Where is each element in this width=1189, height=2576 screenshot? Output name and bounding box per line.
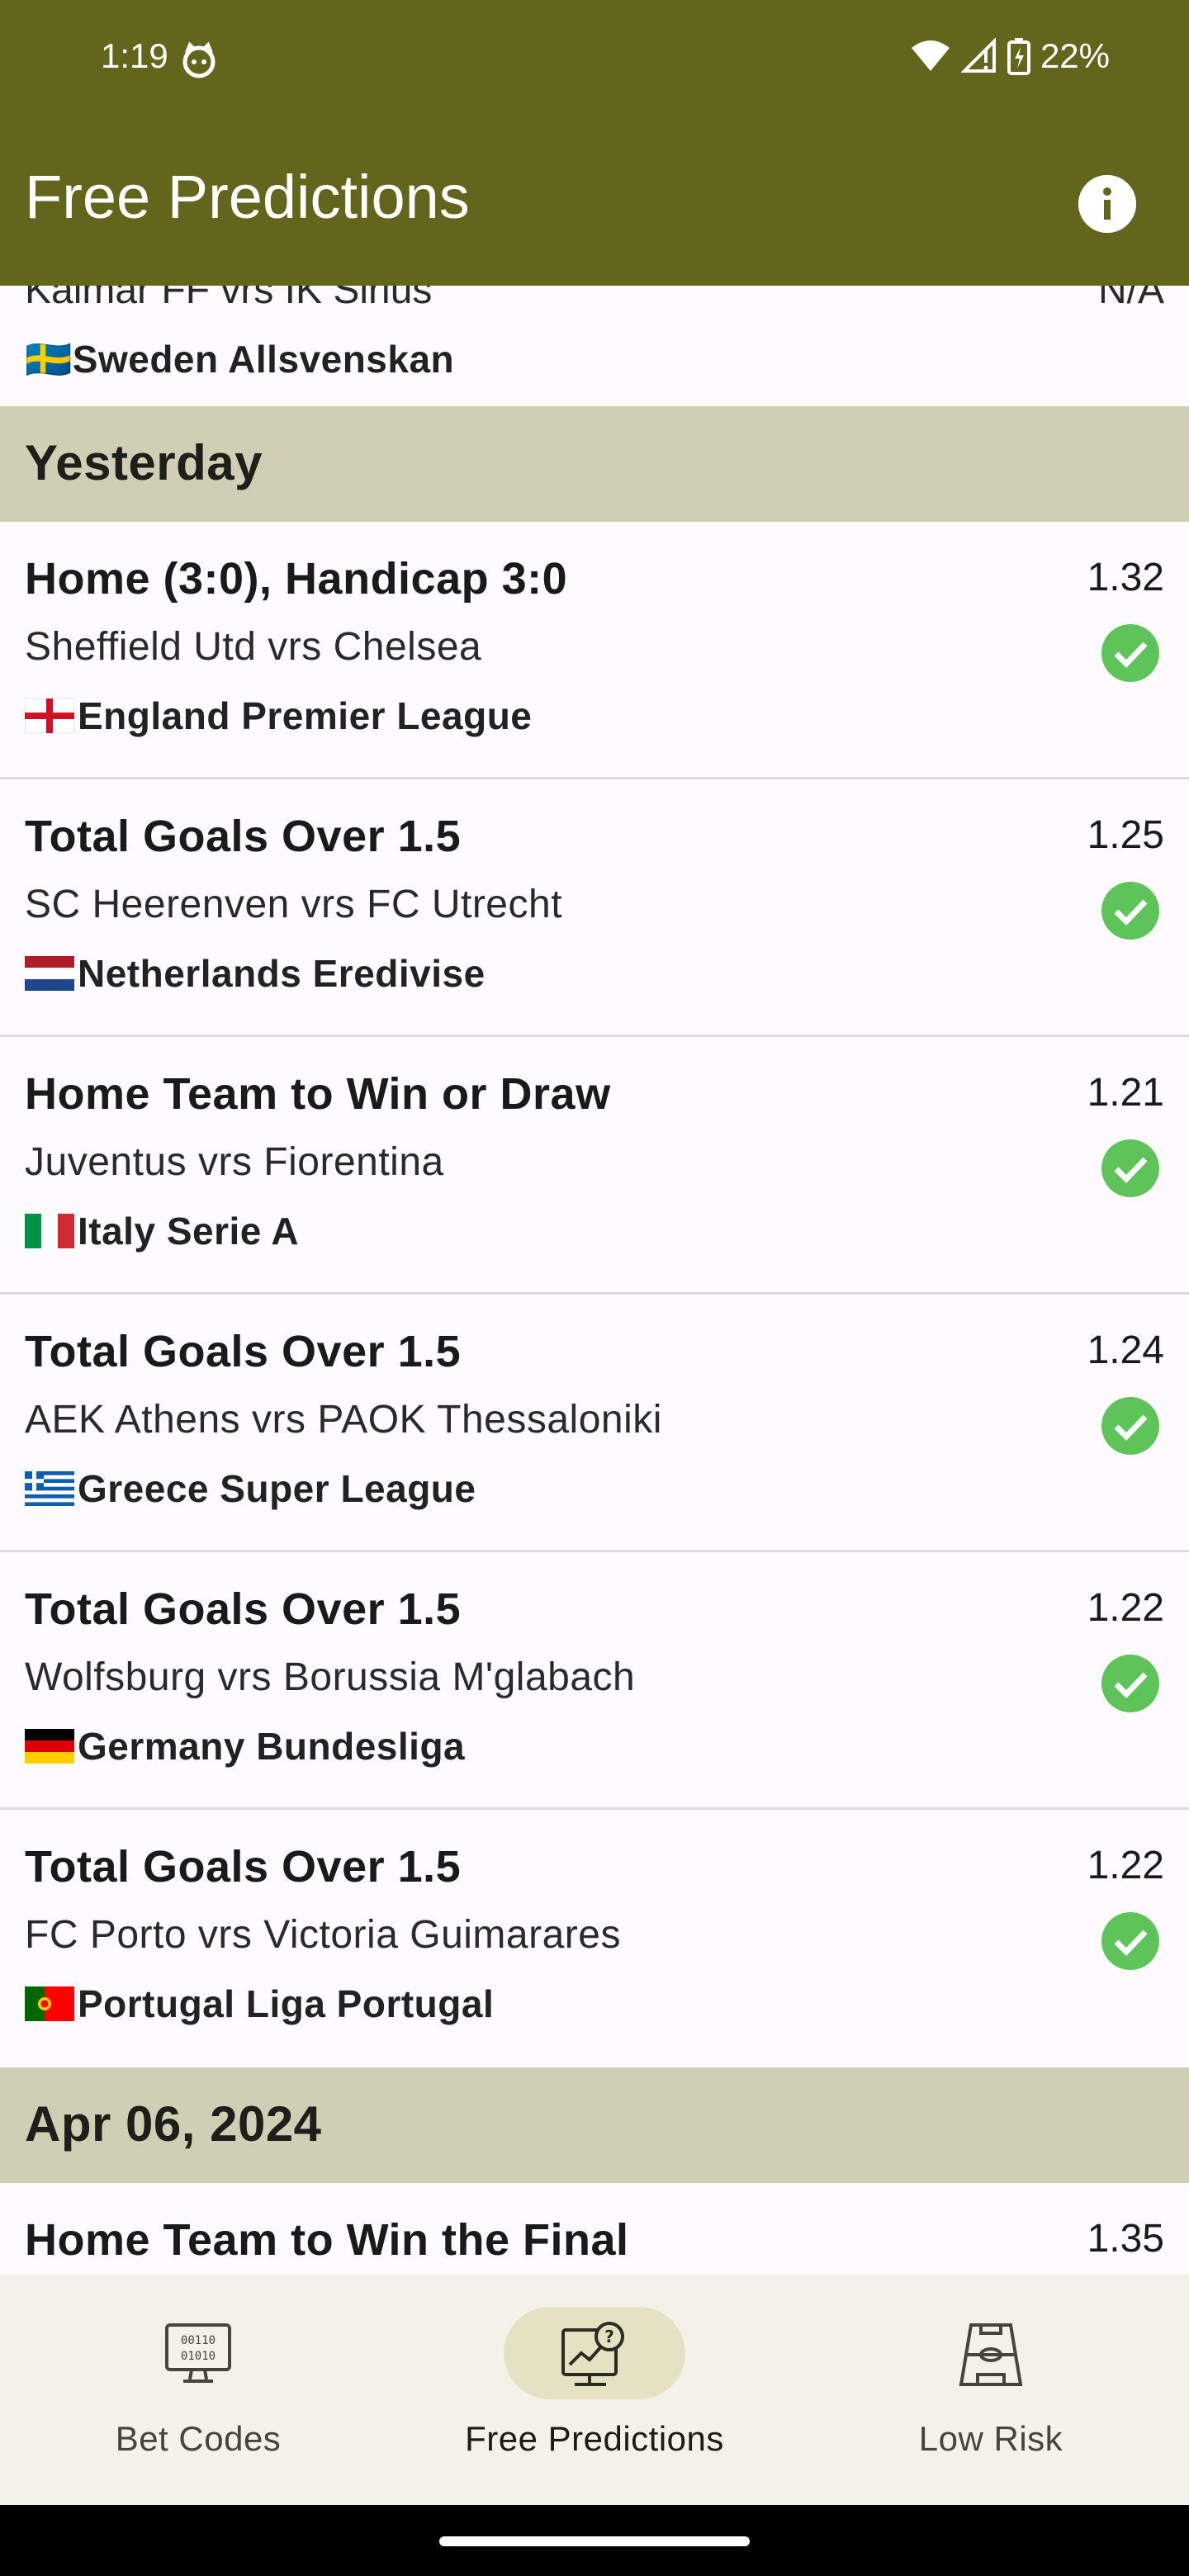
odds-value: 1.35 xyxy=(1087,2217,1164,2261)
netherlands-flag-icon xyxy=(25,956,74,991)
nav-label: Low Risk xyxy=(918,2419,1063,2458)
prediction-item[interactable]: Total Goals Over 1.5 FC Porto vrs Victor… xyxy=(0,1810,1189,2067)
match-teams: Wolfsburg vrs Borussia M'glabach xyxy=(25,1655,636,1699)
match-teams: SC Heerenven vrs FC Utrecht xyxy=(25,883,563,926)
league-name: England Premier League xyxy=(25,694,532,738)
check-circle-icon xyxy=(1101,1655,1159,1712)
prediction-item[interactable]: Total Goals Over 1.5 AEK Athens vrs PAOK… xyxy=(0,1295,1189,1552)
england-flag-icon xyxy=(25,698,74,733)
flag-icon: 🇸🇪 xyxy=(25,338,73,381)
portugal-flag-icon xyxy=(25,1986,74,2021)
check-circle-icon xyxy=(1101,624,1159,682)
prediction-item[interactable]: Total Goals Over 1.5 SC Heerenven vrs FC… xyxy=(0,779,1189,1037)
page-title: Free Predictions xyxy=(25,163,470,231)
section-header-date: Apr 06, 2024 xyxy=(0,2067,1189,2183)
bottom-navigation: 00110 01010 Bet Codes ? Free Predictions… xyxy=(0,2274,1189,2505)
prediction-item[interactable]: Home Team to Win or Draw Juventus vrs Fi… xyxy=(0,1037,1189,1295)
status-bar: 1:19 22% xyxy=(0,0,1189,116)
section-header-yesterday: Yesterday xyxy=(0,406,1189,522)
nav-low-risk[interactable]: Low Risk xyxy=(793,2274,1189,2505)
football-pitch-icon xyxy=(959,2323,1023,2386)
italy-flag-icon xyxy=(25,1214,74,1248)
odds-value: 1.24 xyxy=(1087,1328,1164,1372)
market-label: Home (3:0), Handicap 3:0 xyxy=(25,554,568,604)
prediction-item[interactable]: Total Goals Over 1.5 Wolfsburg vrs Borus… xyxy=(0,1552,1189,1810)
check-circle-icon xyxy=(1101,1139,1159,1197)
odds-value: 1.32 xyxy=(1087,556,1164,599)
list-item[interactable]: Kalmar FF vrs IK Sirius N/A 🇸🇪Sweden All… xyxy=(0,286,1189,401)
battery-icon xyxy=(1007,38,1030,75)
status-time: 1:19 xyxy=(101,36,168,75)
league-name: Netherlands Eredivise xyxy=(25,951,486,996)
gesture-bar xyxy=(0,2505,1189,2576)
prediction-item[interactable]: Home Team to Win the Final 1.35 xyxy=(0,2183,1189,2274)
market-label: Home Team to Win or Draw xyxy=(25,1069,611,1119)
odds-value: 1.22 xyxy=(1087,1586,1164,1630)
market-label: Total Goals Over 1.5 xyxy=(25,812,462,861)
greece-flag-icon xyxy=(25,1471,74,1506)
prediction-item[interactable]: Home (3:0), Handicap 3:0 Sheffield Utd v… xyxy=(0,522,1189,779)
match-teams: AEK Athens vrs PAOK Thessaloniki xyxy=(25,1398,662,1442)
nav-free-predictions[interactable]: ? Free Predictions xyxy=(396,2274,793,2505)
market-label: Total Goals Over 1.5 xyxy=(25,1842,462,1892)
match-teams: Kalmar FF vrs IK Sirius xyxy=(25,286,433,312)
svg-text:01010: 01010 xyxy=(181,2350,216,2363)
odds-value: 1.25 xyxy=(1087,813,1164,857)
home-handle[interactable] xyxy=(439,2536,750,2546)
match-teams: Sheffield Utd vrs Chelsea xyxy=(25,625,482,669)
odds-value: N/A xyxy=(1097,286,1164,312)
battery-percent: 22% xyxy=(1040,36,1110,75)
odds-value: 1.22 xyxy=(1087,1844,1164,1887)
info-button[interactable] xyxy=(1078,175,1136,233)
info-icon xyxy=(1078,175,1136,233)
check-circle-icon xyxy=(1101,1397,1159,1455)
league-name: Italy Serie A xyxy=(25,1209,299,1253)
signal-icon xyxy=(960,38,996,73)
check-circle-icon xyxy=(1101,882,1159,940)
market-label: Total Goals Over 1.5 xyxy=(25,1584,462,1634)
top-app-bar: 1:19 22% Free Predictions xyxy=(0,0,1189,286)
odds-value: 1.21 xyxy=(1087,1071,1164,1115)
wifi-icon xyxy=(911,40,950,71)
check-circle-icon xyxy=(1101,1912,1159,1970)
league-name: 🇸🇪Sweden Allsvenskan xyxy=(25,338,455,381)
svg-text:?: ? xyxy=(604,2327,614,2346)
league-name: Greece Super League xyxy=(25,1466,476,1511)
market-label: Home Team to Win the Final xyxy=(25,2215,629,2265)
league-name: Portugal Liga Portugal xyxy=(25,1982,494,2026)
prediction-chart-icon: ? xyxy=(561,2322,624,2386)
match-teams: Juventus vrs Fiorentina xyxy=(25,1140,444,1184)
notification-cat-icon xyxy=(182,41,216,78)
market-label: Total Goals Over 1.5 xyxy=(25,1327,462,1376)
binary-monitor-icon: 00110 01010 xyxy=(165,2323,231,2383)
status-icons: 22% xyxy=(910,36,1110,76)
nav-label: Bet Codes xyxy=(115,2419,282,2458)
nav-bet-codes[interactable]: 00110 01010 Bet Codes xyxy=(0,2274,396,2505)
match-teams: FC Porto vrs Victoria Guimarares xyxy=(25,1913,621,1957)
predictions-list[interactable]: Kalmar FF vrs IK Sirius N/A 🇸🇪Sweden All… xyxy=(0,286,1189,2274)
league-name: Germany Bundesliga xyxy=(25,1724,465,1769)
germany-flag-icon xyxy=(25,1729,74,1764)
svg-text:00110: 00110 xyxy=(181,2334,216,2347)
nav-label: Free Predictions xyxy=(465,2419,724,2458)
